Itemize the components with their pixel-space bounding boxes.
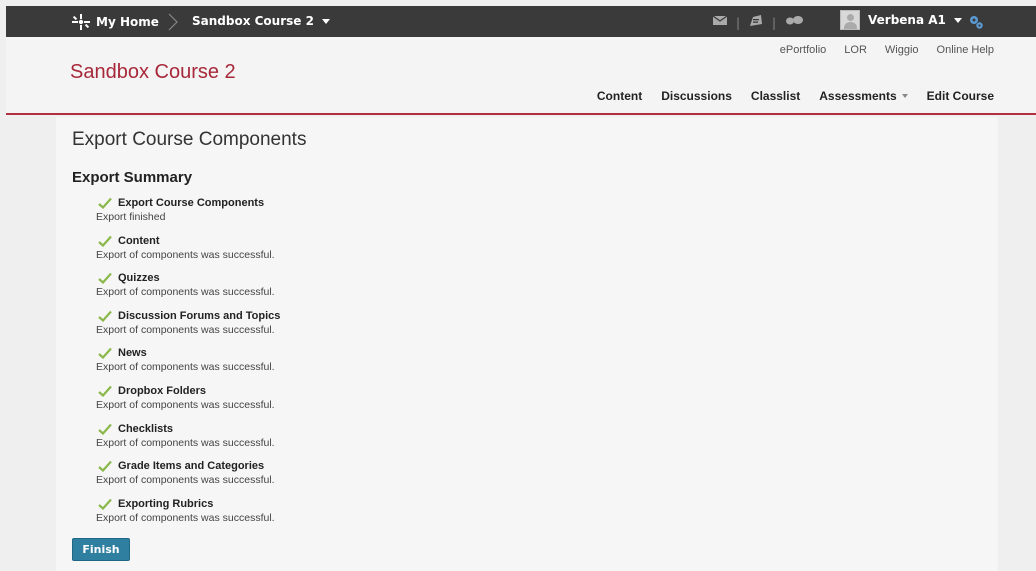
checkmark-icon	[98, 423, 112, 435]
messages-icon[interactable]	[712, 14, 728, 31]
item-title: Quizzes	[118, 272, 160, 285]
org-logo-icon	[72, 14, 90, 30]
finish-button[interactable]: Finish	[72, 538, 130, 561]
online-help-link[interactable]: Online Help	[937, 44, 994, 56]
lor-link[interactable]: LOR	[844, 44, 867, 56]
list-item: Export Course Components Export finished	[96, 197, 280, 235]
minibar: My Home Sandbox Course 2 | | Verbena A1	[6, 6, 1036, 37]
course-navbar: Content Discussions Classlist Assessment…	[597, 89, 994, 103]
item-status: Export of components was successful.	[96, 436, 275, 449]
my-home-label: My Home	[96, 15, 159, 29]
nav-discussions[interactable]: Discussions	[661, 89, 732, 103]
nav-classlist[interactable]: Classlist	[751, 89, 800, 103]
nav-edit-course[interactable]: Edit Course	[927, 89, 994, 103]
checkmark-icon	[98, 272, 112, 285]
checkmark-icon	[98, 385, 112, 397]
item-status: Export of components was successful.	[96, 398, 275, 411]
item-status: Export of components was successful.	[96, 511, 275, 524]
course-selector-label: Sandbox Course 2	[192, 14, 314, 28]
item-title: Exporting Rubrics	[118, 497, 214, 510]
checkmark-icon	[98, 235, 112, 247]
item-status: Export of components was successful.	[96, 474, 275, 487]
list-item: Checklists Export of components was succ…	[96, 423, 280, 461]
list-item: Dropbox Folders Export of components was…	[96, 385, 280, 423]
settings-gear-icon[interactable]	[968, 14, 984, 33]
item-title: Discussion Forums and Topics	[118, 309, 281, 322]
course-header: ePortfolio LOR Wiggio Online Help Sandbo…	[6, 37, 1036, 115]
item-title: News	[118, 347, 147, 360]
item-status: Export of components was successful.	[96, 323, 275, 336]
main-content: Export Course Components Export Summary …	[56, 117, 998, 571]
list-item: Content Export of components was success…	[96, 235, 280, 273]
eportfolio-link[interactable]: ePortfolio	[780, 44, 826, 56]
utility-links: ePortfolio LOR Wiggio Online Help	[780, 44, 994, 56]
export-summary-heading: Export Summary	[72, 169, 193, 186]
wiggio-link[interactable]: Wiggio	[885, 44, 919, 56]
page-title: Export Course Components	[72, 129, 307, 150]
checkmark-icon	[98, 498, 112, 510]
item-title: Content	[118, 234, 160, 247]
caret-down-icon	[901, 94, 908, 98]
updates-icon[interactable]	[748, 14, 764, 31]
checkmark-icon	[98, 460, 112, 473]
list-item: Quizzes Export of components was success…	[96, 272, 280, 310]
chevron-right-icon	[168, 13, 178, 31]
subscriptions-icon[interactable]	[784, 14, 804, 31]
checkmark-icon	[98, 348, 112, 360]
course-title[interactable]: Sandbox Course 2	[70, 61, 236, 84]
divider: |	[772, 15, 777, 30]
caret-down-icon	[953, 17, 962, 23]
divider: |	[736, 15, 741, 30]
caret-down-icon	[321, 18, 330, 24]
avatar	[840, 10, 860, 30]
user-name: Verbena A1	[868, 13, 946, 27]
item-title: Grade Items and Categories	[118, 460, 265, 473]
export-summary-list: Export Course Components Export finished…	[96, 197, 280, 535]
item-status: Export finished	[96, 211, 166, 223]
list-item: News Export of components was successful…	[96, 347, 280, 385]
item-status: Export of components was successful.	[96, 361, 275, 374]
list-item: Exporting Rubrics Export of components w…	[96, 498, 280, 536]
nav-assessments-label: Assessments	[819, 89, 897, 103]
nav-assessments[interactable]: Assessments	[819, 89, 908, 103]
list-item: Discussion Forums and Topics Export of c…	[96, 310, 280, 348]
item-title: Export Course Components	[118, 197, 265, 209]
notification-icons: | |	[712, 14, 804, 31]
nav-content[interactable]: Content	[597, 89, 642, 103]
user-menu[interactable]: Verbena A1	[840, 10, 962, 30]
item-status: Export of components was successful.	[96, 248, 275, 261]
list-item: Grade Items and Categories Export of com…	[96, 460, 280, 498]
item-title: Checklists	[118, 422, 174, 435]
item-status: Export of components was successful.	[96, 286, 275, 299]
checkmark-icon	[98, 310, 112, 322]
course-selector[interactable]: Sandbox Course 2	[192, 14, 330, 28]
my-home-link[interactable]: My Home	[72, 14, 159, 30]
checkmark-icon	[98, 197, 112, 209]
item-title: Dropbox Folders	[118, 384, 207, 397]
